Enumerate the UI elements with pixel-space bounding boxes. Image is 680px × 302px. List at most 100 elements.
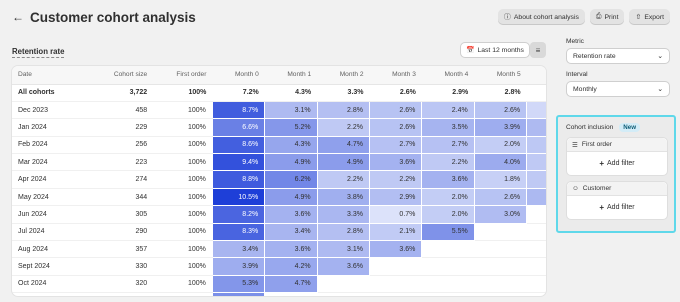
table-cell: 2.6%	[369, 84, 422, 102]
column-header: Month 2	[317, 66, 370, 85]
table-cell: 3.6%	[264, 205, 318, 224]
card-title: Retention rate	[12, 46, 65, 58]
table-row: Feb 2024256100%8.6%4.3%4.7%2.7%2.7%2.0%2…	[12, 135, 546, 155]
column-header: Month 6	[526, 66, 546, 85]
table-cell: 2.9%	[421, 84, 475, 102]
cohort-table-container[interactable]: Date Cohort size First order Month 0 Month 1…	[12, 66, 546, 296]
customer-filter-title: Customer	[582, 185, 612, 192]
table-cell: 229	[82, 118, 154, 137]
first-order-filter-card: ☰ First order + Add filter	[566, 137, 668, 176]
table-cell	[526, 205, 546, 224]
table-cell	[526, 257, 546, 276]
table-cell: 2.6%	[473, 100, 528, 120]
table-cell	[369, 275, 422, 294]
table-cell: 3.6%	[369, 153, 423, 172]
table-cell: 458	[82, 101, 154, 120]
table-cell: 100%	[153, 118, 213, 137]
table-cell: 3.5%	[421, 118, 475, 137]
metric-select[interactable]: Retention rate ⌄	[566, 48, 670, 64]
table-cell: 100%	[153, 136, 213, 155]
table-cell	[474, 257, 527, 276]
table-cell: 3.1%	[264, 100, 318, 120]
table-cell: 2.6%	[369, 100, 423, 120]
table-cell: 2.2%	[316, 170, 371, 189]
table-header-row: Date Cohort size First order Month 0 Month 1…	[12, 66, 546, 85]
page-title: Customer cohort analysis	[30, 9, 196, 25]
table-settings-button[interactable]: ≡	[530, 42, 546, 58]
table-row: Mar 2024223100%9.4%4.9%4.9%3.6%2.2%4.0%2…	[12, 153, 546, 172]
interval-select[interactable]: Monthly ⌄	[566, 81, 670, 97]
new-badge: New	[619, 123, 641, 132]
table-cell: 4.0%	[473, 153, 528, 172]
table-cell	[317, 275, 370, 294]
date-range-button[interactable]: 📅 Last 12 months	[460, 42, 530, 58]
table-cell: Apr 2024	[12, 170, 83, 189]
about-cohort-analysis-button[interactable]: ⓘ About cohort analysis	[497, 9, 585, 25]
table-cell: Oct 2024	[12, 275, 83, 294]
table-cell	[369, 292, 422, 296]
table-cell: 2.0%	[473, 135, 528, 155]
table-cell: 100%	[153, 240, 213, 259]
back-arrow-icon[interactable]: ←	[12, 10, 26, 24]
info-icon: ⓘ	[503, 14, 511, 21]
table-cell: 5.5%	[421, 222, 475, 242]
table-cell: 8.7%	[211, 100, 266, 120]
customer-filter-card: ☺ Customer + Add filter	[566, 181, 668, 220]
about-button-label: About cohort analysis	[513, 13, 579, 21]
table-row: Jul 2024 290 100% 8.3% 3.4% 2.8% 2.1% 5.5%	[12, 222, 546, 242]
table-cell: 2.3%	[526, 84, 546, 102]
column-header: Month 4	[421, 66, 475, 85]
table-cell: Jun 2024	[12, 205, 83, 224]
table-cell: 3.8%	[316, 187, 371, 207]
table-cell: 3.9%	[211, 257, 266, 276]
table-cell: Sept 2024	[12, 257, 83, 276]
table-cell: 2.6%	[473, 187, 528, 207]
table-cell: 6.2%	[264, 170, 318, 189]
table-cell: 290	[82, 223, 154, 242]
table-cell: 1.3%	[526, 100, 546, 120]
table-cell: 3.6%	[264, 240, 318, 259]
table-cell	[474, 292, 527, 296]
table-cell	[526, 292, 546, 296]
table-cell: 100%	[153, 275, 213, 294]
add-customer-filter-button[interactable]: + Add filter	[567, 196, 667, 219]
table-cell	[421, 257, 475, 276]
table-cell: 8.6%	[211, 135, 266, 155]
table-cell: 4.9%	[264, 153, 318, 172]
table-cell: 320	[82, 275, 154, 294]
table-cell: 100%	[153, 223, 213, 242]
column-header: First order	[153, 66, 213, 85]
print-button[interactable]: ⎙ Print	[589, 9, 625, 25]
table-cell	[474, 223, 527, 242]
page-header: ← Customer cohort analysis ⓘ About cohor…	[12, 6, 670, 28]
table-cell: All cohorts	[12, 84, 83, 102]
table-cell: Feb 2024	[12, 136, 83, 155]
table-cell: 2.8%	[316, 100, 371, 120]
column-header: Month 3	[369, 66, 422, 85]
cohort-inclusion-panel: Cohort inclusion New ☰ First order + Add…	[556, 115, 676, 233]
table-cell: 344	[82, 188, 154, 207]
table-cell: 2.1%	[369, 222, 423, 242]
table-cell	[474, 240, 527, 259]
table-cell: 3.3%	[317, 84, 370, 102]
table-cell: 2.2%	[526, 153, 546, 172]
table-cell: 2.3%	[526, 135, 546, 155]
first-order-filter-header: ☰ First order	[567, 138, 667, 152]
table-cell: 4.2%	[264, 257, 318, 276]
export-button[interactable]: ⇧ Export	[629, 9, 670, 25]
add-first-order-filter-button[interactable]: + Add filter	[567, 152, 667, 175]
table-cell: 3.9%	[473, 118, 528, 137]
table-cell: 2.2%	[421, 153, 475, 172]
table-cell: 100%	[153, 292, 213, 296]
add-filter-label: Add filter	[607, 160, 635, 167]
table-cell: 2.7%	[421, 135, 475, 155]
chevron-down-icon: ⌄	[657, 86, 663, 93]
table-cell: 100%	[153, 188, 213, 207]
table-cell: 274	[82, 170, 154, 189]
table-cell: 4.3%	[264, 84, 318, 102]
table-cell: 3.3%	[316, 205, 371, 224]
table-cell: Aug 2024	[12, 240, 83, 259]
column-header: Month 1	[264, 66, 318, 85]
table-cell: 4.9%	[316, 153, 371, 172]
table-cell	[526, 240, 546, 259]
